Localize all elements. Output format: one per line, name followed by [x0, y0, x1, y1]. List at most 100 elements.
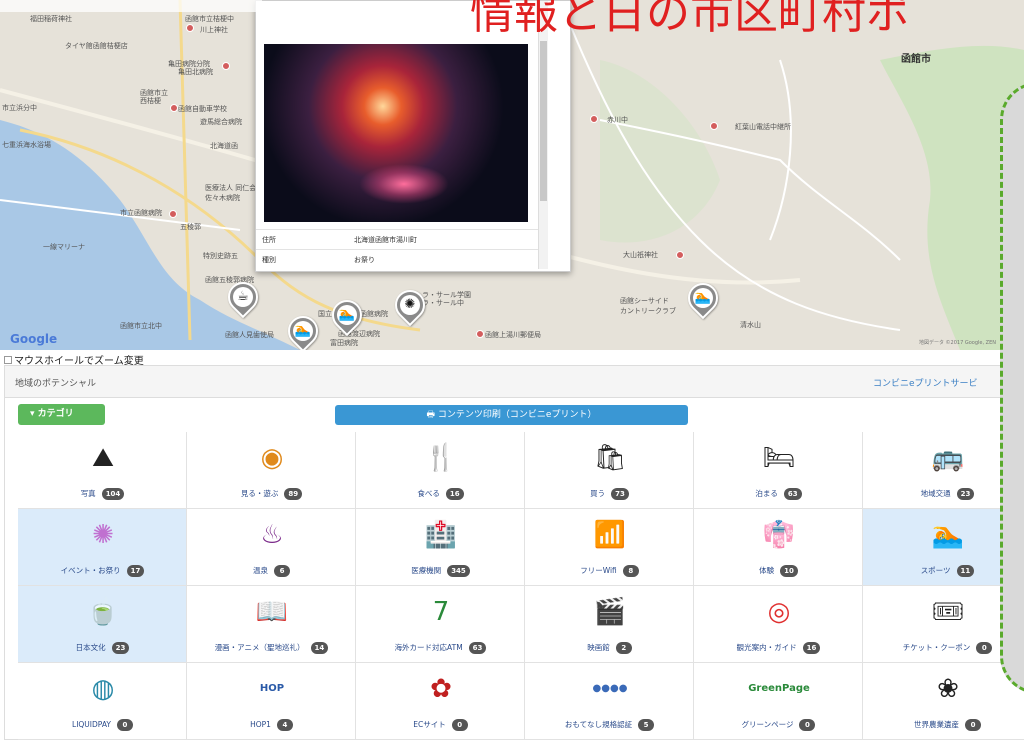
swimming-icon: 🏊 [931, 520, 965, 550]
category-label: 漫画・アニメ（聖地巡礼） 14 [187, 642, 356, 654]
count-badge: 16 [445, 488, 464, 500]
category-label: フリーWifi 8 [525, 565, 694, 577]
liquidpay-icon: ◍ [91, 674, 115, 704]
type-key: 種別 [256, 249, 348, 270]
category-name: 買う [590, 489, 606, 498]
category-tile[interactable]: 📖 漫画・アニメ（聖地巡礼） 14 [187, 586, 356, 663]
hospital-icon: 🏥 [424, 520, 458, 550]
map-label: 函館市立北中 [120, 322, 162, 330]
count-badge: 0 [451, 719, 468, 731]
google-logo: Google [10, 332, 58, 346]
map-label: 五稜郭 [180, 223, 201, 231]
camera-icon: ⛰ [92, 443, 114, 473]
poi-marker[interactable] [676, 251, 684, 259]
table-row: 種別 お祭り [256, 249, 538, 270]
greenpage-icon: GreenPage [748, 683, 810, 694]
category-tile[interactable]: ❀ 世界農業遺産 0 [863, 663, 1024, 740]
category-name: 日本文化 [75, 643, 106, 652]
category-name: 見る・遊ぶ [240, 489, 279, 498]
category-tile[interactable]: ●●●● おもてなし規格認証 5 [525, 663, 694, 740]
map-label: 函館人見歯使局 [225, 331, 274, 339]
map-label: 富田病院 [330, 339, 358, 347]
category-tile[interactable]: 🏥 医療機関 345 [356, 509, 525, 586]
category-label: HOP1 4 [187, 719, 356, 731]
print-service-link[interactable]: コンビニeプリントサービ [873, 376, 978, 389]
poi-marker[interactable] [222, 62, 230, 70]
category-tile[interactable]: 7 海外カード対応ATM 63 [356, 586, 525, 663]
map-label: 函館市立桔梗中 [185, 15, 234, 23]
count-badge: 89 [284, 488, 303, 500]
map-label: 北海道函 [210, 142, 238, 150]
swimming-icon: 🏊 [293, 321, 313, 341]
bus-icon: 🚌 [931, 443, 965, 473]
poi-marker[interactable] [590, 115, 598, 123]
panel-heading: 地域のポテンシャル [15, 379, 97, 389]
wifi-icon: 📶 [593, 520, 627, 550]
category-name: 体験 [759, 566, 775, 575]
category-name: 温泉 [253, 566, 268, 575]
category-name: 海外カード対応ATM [394, 643, 463, 652]
map-label: 一線マリーナ [43, 243, 85, 251]
category-tile[interactable]: 🍵 日本文化 23 [18, 586, 187, 663]
category-button[interactable]: ▾ カテゴリ [18, 404, 105, 425]
zoom-checkbox[interactable] [4, 355, 12, 364]
info-table: 住所 北海道函館市湯川町 種別 お祭り [256, 229, 538, 270]
event-icon: ✺ [400, 295, 420, 315]
hot-spring-icon: ♨ [260, 520, 284, 550]
map-view[interactable]: 福田稲荷神社 函館市立桔梗中 川上神社 タイヤ館函館桔梗店 亀田病院分院 亀田北… [0, 0, 1024, 350]
category-name: チケット・クーポン [902, 643, 971, 652]
category-tile[interactable]: ◉ 見る・遊ぶ 89 [187, 432, 356, 509]
map-attribution[interactable]: 地図データ ©2017 Google, ZEN [919, 339, 996, 346]
eat-icon: 🍴 [424, 443, 458, 473]
map-label: 市立函館病院 [120, 209, 162, 217]
category-tile[interactable]: ⛰ 写真 104 [18, 432, 187, 509]
category-label: 写真 104 [18, 488, 187, 500]
japanese-culture-icon: 🍵 [86, 597, 120, 627]
swimming-icon: 🏊 [337, 305, 357, 325]
category-tile[interactable]: ♨ 温泉 6 [187, 509, 356, 586]
count-badge: 63 [468, 642, 487, 654]
poi-marker[interactable] [710, 122, 718, 130]
atm-icon: 7 [432, 597, 450, 627]
category-tile[interactable]: 🛍 買う 73 [525, 432, 694, 509]
type-value: お祭り [348, 249, 538, 270]
map-label: 遊馬総合病院 [200, 118, 242, 126]
category-name: イベント・お祭り [60, 566, 121, 575]
manga-icon: 📖 [255, 597, 289, 627]
category-name: HOP1 [250, 720, 271, 729]
category-tile[interactable]: 👘 体験 10 [694, 509, 863, 586]
map-label: 紅葉山電話中継所 [735, 123, 791, 131]
category-name: 地域交通 [920, 489, 951, 498]
count-badge: 0 [976, 642, 993, 654]
category-tile[interactable]: ✿ ECサイト 0 [356, 663, 525, 740]
category-tile[interactable]: HOP HOP1 4 [187, 663, 356, 740]
map-label: 七重浜海水浴場 [2, 141, 51, 149]
count-badge: 16 [802, 642, 821, 654]
category-tile[interactable]: ◍ LIQUIDPAY 0 [18, 663, 187, 740]
category-name: フリーWifi [580, 566, 617, 575]
category-tile[interactable]: 📶 フリーWifi 8 [525, 509, 694, 586]
category-tile[interactable]: GreenPage グリーンページ 0 [694, 663, 863, 740]
poi-marker[interactable] [170, 104, 178, 112]
category-label: ECサイト 0 [356, 719, 525, 731]
count-badge: 5 [638, 719, 655, 731]
category-name: 漫画・アニメ（聖地巡礼） [214, 643, 305, 652]
count-badge: 63 [783, 488, 802, 500]
category-tile[interactable]: 🎬 映画館 2 [525, 586, 694, 663]
category-tile[interactable]: ✺ イベント・お祭り 17 [18, 509, 187, 586]
category-name: 食べる [417, 489, 440, 498]
category-name: ECサイト [413, 720, 446, 729]
category-tile[interactable]: 🛏 泊まる 63 [694, 432, 863, 509]
poi-marker[interactable] [186, 24, 194, 32]
poi-marker[interactable] [169, 210, 177, 218]
count-badge: 14 [310, 642, 329, 654]
category-tile[interactable]: ◎ 観光案内・ガイド 16 [694, 586, 863, 663]
poi-marker[interactable] [476, 330, 484, 338]
info-window-scrollbar[interactable] [538, 1, 548, 269]
map-label: 赤川中 [607, 116, 628, 124]
print-content-button[interactable]: 🖶 コンテンツ印刷（コンビニeプリント） [335, 405, 688, 425]
table-row: 住所 北海道函館市湯川町 [256, 229, 538, 250]
category-name: 世界農業遺産 [914, 720, 959, 729]
category-tile[interactable]: 🍴 食べる 16 [356, 432, 525, 509]
gray-callout-box [1000, 82, 1024, 694]
